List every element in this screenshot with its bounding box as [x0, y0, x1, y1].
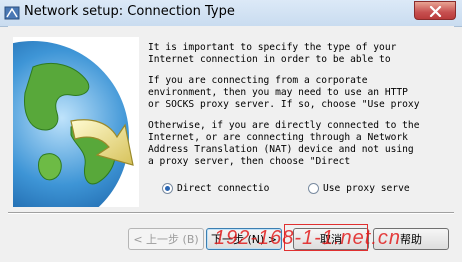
window-title: Network setup: Connection Type	[24, 4, 235, 19]
title-bar: Network setup: Connection Type	[0, 0, 462, 27]
paragraph-importance: It is important to specify the type of y…	[148, 42, 448, 66]
text-line: Otherwise, if you are directly connected…	[148, 120, 420, 131]
watermark-text: 192-168-1-1.net.cn	[214, 227, 402, 249]
globe-arrow-icon	[13, 41, 134, 207]
close-button[interactable]	[414, 1, 456, 20]
text-line: Internet connection in order to be able …	[148, 54, 391, 65]
radio-button-selected[interactable]	[162, 182, 173, 194]
paragraph-proxy: If you are connecting from a corporate e…	[148, 75, 448, 111]
wizard-page: It is important to specify the type of y…	[8, 26, 454, 256]
description-text: It is important to specify the type of y…	[148, 42, 448, 172]
text-line: a proxy server, then choose "Direct	[148, 156, 351, 167]
text-line: If you are connecting from a corporate	[148, 75, 368, 86]
text-line: Internet, or are connecting through a Ne…	[148, 132, 408, 143]
back-button[interactable]: < 上一步 (B)	[128, 228, 204, 250]
close-icon	[429, 6, 442, 17]
wizard-illustration	[13, 37, 139, 207]
separator	[8, 212, 454, 214]
radio-label: Use proxy serve	[323, 182, 410, 194]
radio-button[interactable]	[308, 182, 319, 194]
connection-type-options: Direct connectio Use proxy serve	[162, 180, 454, 196]
radio-direct-connection[interactable]: Direct connectio	[162, 180, 280, 196]
app-icon	[4, 6, 20, 20]
paragraph-direct: Otherwise, if you are directly connected…	[148, 120, 448, 168]
radio-use-proxy[interactable]: Use proxy serve	[308, 180, 426, 196]
radio-label: Direct connectio	[177, 182, 270, 194]
text-line: or SOCKS proxy server. If so, choose "Us…	[148, 99, 420, 110]
text-line: environment, then you may need to use an…	[148, 87, 408, 98]
text-line: It is important to specify the type of y…	[148, 42, 397, 53]
text-line: Address Translation (NAT) device and not…	[148, 144, 414, 155]
